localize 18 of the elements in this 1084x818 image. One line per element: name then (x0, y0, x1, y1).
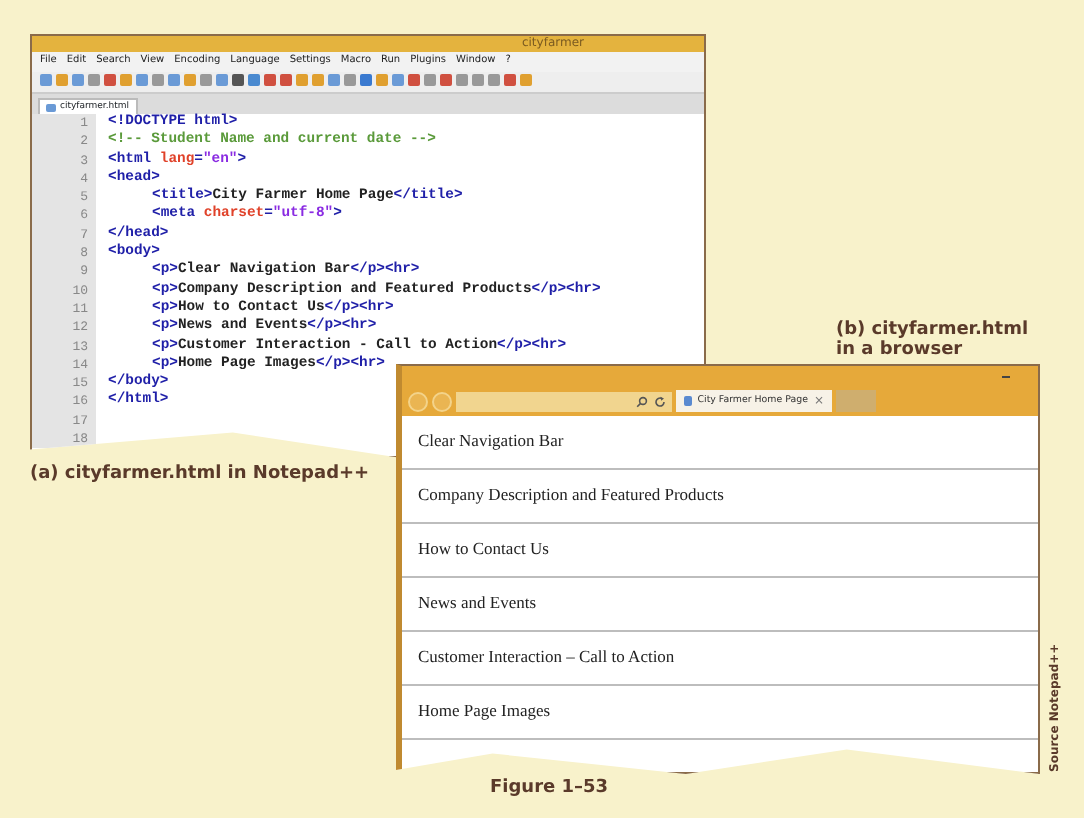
search-icon[interactable] (636, 395, 648, 407)
refresh-icon[interactable] (654, 395, 666, 407)
address-field[interactable] (456, 391, 672, 411)
page-icon (684, 396, 692, 406)
caption: (a) cityfarmer.html in Notepad++ (30, 464, 370, 484)
page-paragraph: How to Contact Us (402, 524, 1038, 578)
page-paragraph: Company Description and Featured Products (402, 470, 1038, 524)
file-icon (46, 103, 56, 111)
page-paragraph: Clear Navigation Bar (402, 416, 1038, 470)
forward-button[interactable] (432, 391, 452, 411)
back-button[interactable] (408, 391, 428, 411)
figure-label: Figure 1–53 (490, 778, 609, 798)
caption: (b) cityfarmer.html in a browser (836, 320, 1029, 360)
page-paragraph: News and Events (402, 578, 1038, 632)
page-paragraph: Home Page Images (402, 686, 1038, 740)
new-tab-button[interactable] (836, 390, 876, 412)
page-paragraph: Customer Interaction – Call to Action (402, 632, 1038, 686)
minimize-icon[interactable] (1002, 376, 1010, 378)
